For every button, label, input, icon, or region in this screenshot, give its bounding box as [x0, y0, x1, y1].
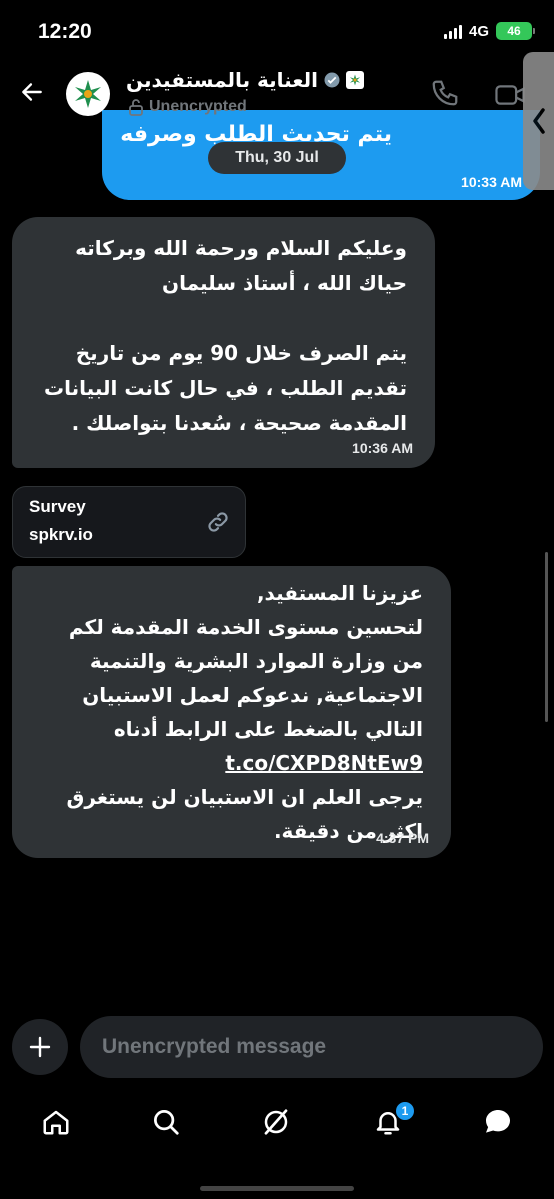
add-attachment-button[interactable]: [12, 1019, 68, 1075]
battery-icon: 46: [496, 22, 535, 40]
status-indicators: 4G 46: [443, 22, 535, 40]
link-title: Survey: [29, 497, 86, 516]
link-preview-card[interactable]: Survey spkrv.io: [12, 486, 246, 558]
battery-level: 46: [507, 24, 521, 38]
chat-bubble-icon: [486, 1110, 510, 1133]
avatar[interactable]: [66, 72, 110, 116]
status-bar: 12:20 4G 46: [0, 0, 554, 62]
sent-message-time: 10:33 AM: [461, 174, 522, 190]
nav-search[interactable]: [148, 1104, 184, 1140]
notification-badge: 1: [394, 1100, 416, 1122]
nav-grok[interactable]: [258, 1104, 294, 1140]
survey-text-after: يرجى العلم ان الاستبيان لن يستغرق اكثر م…: [66, 785, 423, 843]
chat-header: العناية بالمستفيدين Unencrypted: [0, 62, 554, 124]
network-label: 4G: [468, 22, 489, 40]
ministry-logo-icon: [75, 80, 101, 108]
link-domain: spkrv.io: [29, 525, 93, 544]
nav-home[interactable]: [38, 1104, 74, 1140]
received-message-text: وعليكم السلام ورحمة الله وبركاته حياك ال…: [44, 236, 407, 435]
nav-messages[interactable]: [480, 1104, 516, 1140]
side-panel-handle[interactable]: [523, 52, 554, 190]
video-camera-icon[interactable]: [494, 80, 526, 110]
home-indicator[interactable]: [200, 1186, 354, 1191]
signal-icon: [443, 23, 462, 39]
chevron-left-icon: [532, 108, 545, 134]
received-message-time-survey: 4:37 PM: [376, 830, 429, 846]
encryption-status: Unencrypted: [128, 98, 247, 116]
message-input[interactable]: [80, 1016, 543, 1078]
received-message-bubble[interactable]: وعليكم السلام ورحمة الله وبركاته حياك ال…: [12, 217, 435, 468]
survey-link[interactable]: t.co/CXPD8NtEw9: [225, 746, 423, 780]
arrow-left-icon: [22, 83, 42, 101]
grok-icon: [264, 1109, 288, 1135]
scrollbar[interactable]: [545, 552, 548, 722]
received-message-text-survey: عزيزنا المستفيد, لتحسين مستوى الخدمة الم…: [23, 576, 423, 848]
chat-title: العناية بالمستفيدين: [126, 68, 319, 92]
bottom-nav: 1: [0, 1092, 554, 1152]
received-message-time: 10:36 AM: [352, 440, 413, 456]
verified-badge-icon: [324, 72, 340, 88]
search-icon: [154, 1110, 179, 1135]
back-button[interactable]: [14, 74, 50, 110]
unlock-icon: [129, 99, 143, 116]
home-icon: [43, 1110, 69, 1135]
survey-text-before: عزيزنا المستفيد, لتحسين مستوى الخدمة الم…: [68, 581, 423, 741]
status-time: 12:20: [38, 20, 92, 43]
link-icon: [208, 512, 228, 532]
title-row: العناية بالمستفيدين: [126, 68, 365, 92]
encryption-label: Unencrypted: [149, 98, 247, 115]
plus-icon: [29, 1036, 51, 1058]
affiliate-logo-icon: [346, 71, 365, 89]
date-separator: Thu, 30 Jul: [208, 142, 346, 174]
received-message-bubble-survey[interactable]: عزيزنا المستفيد, لتحسين مستوى الخدمة الم…: [12, 566, 451, 858]
phone-icon[interactable]: [430, 78, 460, 108]
